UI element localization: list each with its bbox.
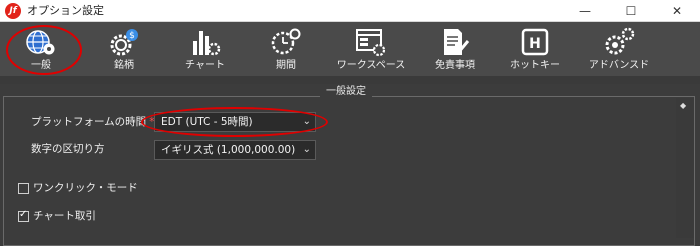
svg-text:H: H — [529, 36, 541, 52]
chart-trading-label: チャート取引 — [33, 210, 96, 222]
tab-hotkeys-label: ホットキー — [510, 60, 560, 71]
tab-symbols[interactable]: $ 銘柄 — [95, 22, 153, 76]
maximize-button[interactable]: ☐ — [608, 0, 654, 22]
close-button[interactable]: ✕ — [654, 0, 700, 22]
document-pen-icon — [444, 29, 470, 55]
toolbar-divider — [0, 76, 700, 84]
panel-title: 一般設定 — [320, 85, 372, 99]
svg-text:$: $ — [129, 31, 135, 41]
scrollbar[interactable] — [676, 98, 694, 238]
title-bar: Jf オプション設定 — ☐ ✕ — [0, 0, 700, 22]
tab-general[interactable]: 一般 — [10, 22, 72, 76]
one-click-mode-checkbox[interactable] — [18, 183, 29, 194]
number-format-value: イギリス式 (1,000,000.00) — [161, 144, 296, 156]
gears-icon — [605, 27, 635, 55]
chart-trading-checkbox[interactable] — [18, 209, 29, 222]
number-format-label: 数字の区切り方 — [31, 143, 105, 155]
clock-gear-icon — [271, 28, 301, 55]
tab-hotkeys[interactable]: H ホットキー — [502, 22, 568, 76]
tab-disclaimer[interactable]: 免責事項 — [426, 22, 484, 76]
app-logo-icon: Jf — [5, 3, 21, 19]
scroll-up-arrow-icon[interactable]: ◆ — [680, 101, 686, 110]
platform-time-label: プラットフォームの時間 — [31, 116, 147, 128]
tab-advanced[interactable]: アドバンスド — [583, 22, 655, 76]
globe-gear-icon — [26, 30, 55, 55]
window-title: オプション設定 — [27, 4, 104, 17]
tab-symbols-label: 銘柄 — [114, 60, 134, 71]
number-format-select[interactable]: イギリス式 (1,000,000.00) ⌄ — [154, 140, 316, 160]
gear-dollar-icon: $ — [110, 29, 138, 56]
tab-advanced-label: アドバンスド — [588, 60, 650, 71]
general-settings-panel: 一般設定 ◆ プラットフォームの時間 * EDT (UTC - 5時間) ⌄ 数字… — [0, 84, 700, 246]
hotkey-h-icon: H — [521, 28, 549, 56]
chevron-down-icon: ⌄ — [302, 116, 311, 127]
tab-workspace[interactable]: ワークスペース — [332, 22, 410, 76]
tab-period[interactable]: 期間 — [258, 22, 314, 76]
platform-time-select[interactable]: EDT (UTC - 5時間) ⌄ — [154, 112, 316, 132]
tab-chart[interactable]: チャート — [172, 22, 238, 76]
minimize-button[interactable]: — — [562, 0, 608, 22]
platform-time-label-row: プラットフォームの時間 * — [31, 115, 154, 129]
tab-general-label: 一般 — [31, 60, 51, 71]
window-gear-icon — [356, 29, 386, 57]
bar-chart-gear-icon — [193, 31, 221, 56]
platform-time-value: EDT (UTC - 5時間) — [161, 116, 253, 128]
one-click-mode-label: ワンクリック・モード — [33, 182, 138, 194]
chevron-down-icon: ⌄ — [302, 144, 311, 155]
tab-workspace-label: ワークスペース — [336, 60, 406, 71]
tab-disclaimer-label: 免責事項 — [435, 60, 475, 71]
tab-chart-label: チャート — [185, 60, 225, 71]
options-toolbar: 一般 $ 銘柄 チャート 期間 ワークスペース 免責事項 H ホットキー アドバ… — [0, 22, 700, 76]
tab-period-label: 期間 — [276, 60, 296, 71]
